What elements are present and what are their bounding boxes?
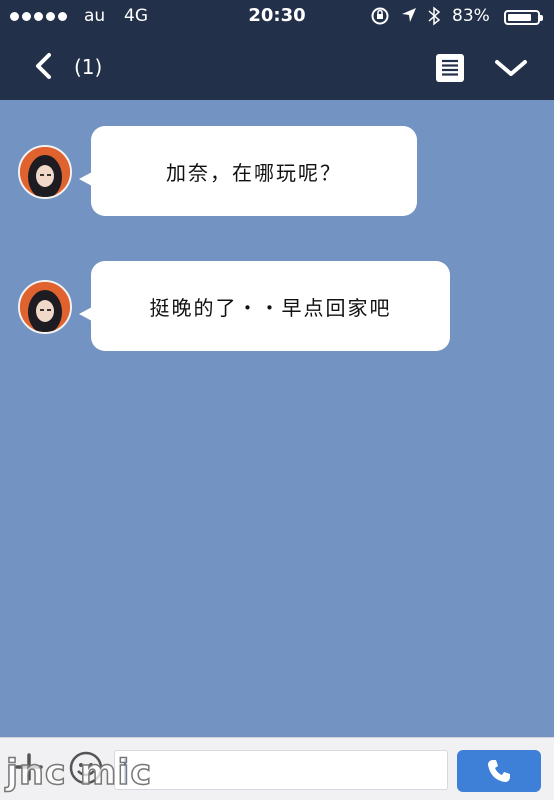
avatar[interactable]: [18, 145, 72, 199]
memo-icon[interactable]: [434, 52, 466, 84]
message-input[interactable]: [114, 750, 448, 790]
chat-area[interactable]: 加奈，在哪玩呢？ 挺晚的了・・早点回家吧: [0, 100, 554, 737]
battery-icon: [504, 10, 543, 25]
battery-percent: 83%: [452, 6, 490, 26]
phone-icon: [488, 760, 510, 782]
location-arrow-icon: [400, 6, 418, 29]
chat-header: (1): [0, 34, 554, 100]
back-icon[interactable]: [30, 52, 58, 80]
message-bubble[interactable]: 挺晚的了・・早点回家吧: [91, 261, 450, 351]
unread-count[interactable]: (1): [74, 55, 102, 79]
message-text: 挺晚的了・・早点回家吧: [149, 295, 392, 320]
call-button[interactable]: [457, 750, 541, 792]
status-bar: au 4G 20:30 83%: [0, 0, 554, 34]
dropdown-icon[interactable]: [494, 57, 528, 79]
message-bubble[interactable]: 加奈，在哪玩呢？: [91, 126, 417, 216]
message-text: 加奈，在哪玩呢？: [166, 160, 342, 185]
rotation-lock-icon: [370, 6, 390, 31]
bluetooth-icon: [428, 6, 441, 31]
avatar[interactable]: [18, 280, 72, 334]
watermark: jnc mic: [5, 752, 153, 794]
input-bar: jnc mic: [0, 737, 554, 800]
